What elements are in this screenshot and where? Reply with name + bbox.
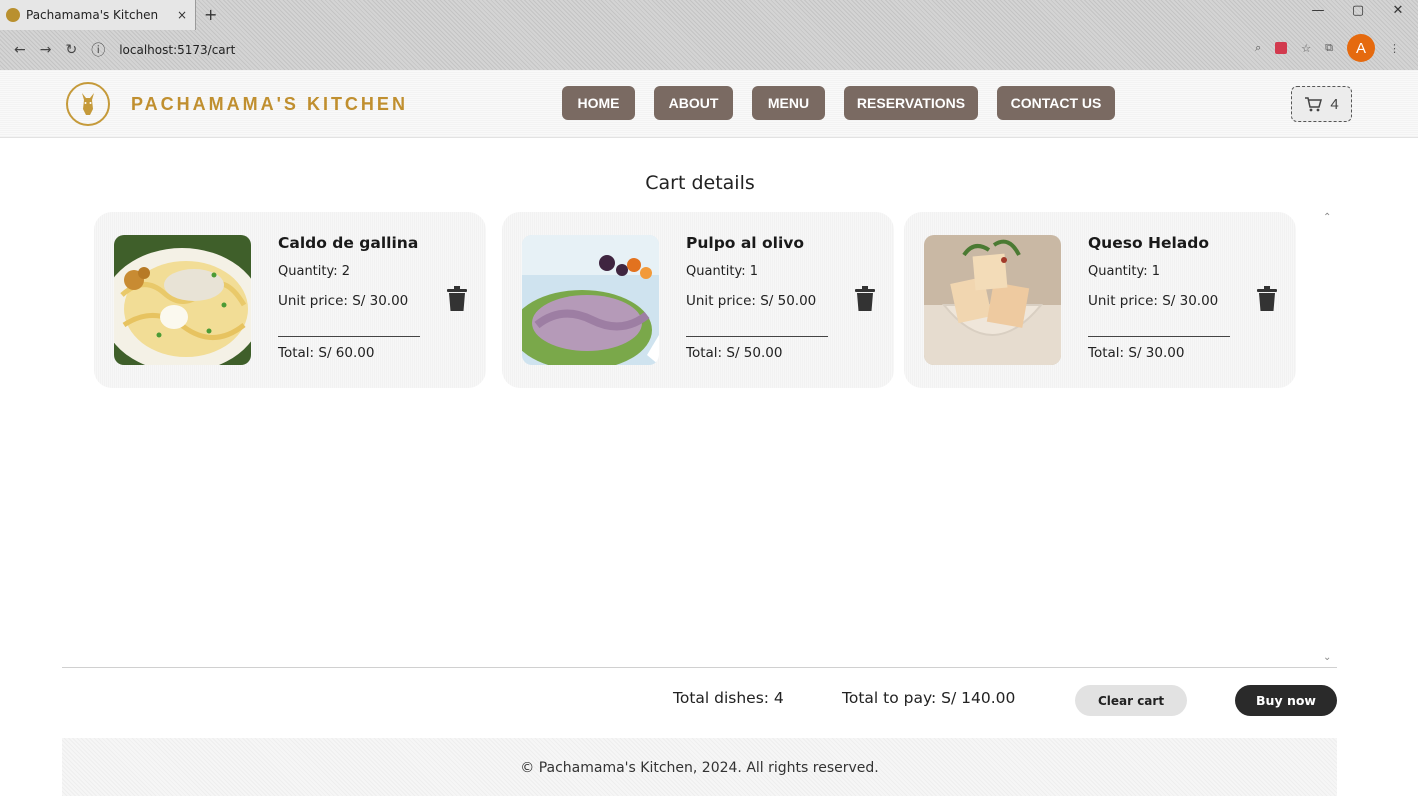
cart-icon: [1305, 97, 1323, 112]
window-controls: — ▢ ✕: [1298, 0, 1418, 26]
address-bar: ← → ↻ ⓘ localhost:5173/cart: [0, 32, 1418, 68]
site-info-icon[interactable]: ⓘ: [91, 40, 105, 60]
cart-item-card: Caldo de gallina Quantity: 2 Unit price:…: [94, 212, 486, 388]
browser-tab[interactable]: Pachamama's Kitchen ×: [0, 0, 196, 30]
dish-quantity: Quantity: 2: [278, 264, 351, 279]
scroll-up-icon[interactable]: ⌃: [1323, 212, 1331, 223]
dish-image: [924, 235, 1061, 365]
page-title: Cart details: [645, 172, 755, 194]
dish-image: [522, 235, 659, 365]
dish-image: [114, 235, 251, 365]
cart-button[interactable]: 4: [1291, 86, 1352, 122]
divider: [1088, 336, 1230, 337]
nav-menu-button[interactable]: MENU: [752, 86, 825, 120]
favicon-icon: [6, 8, 20, 22]
extensions-puzzle-icon[interactable]: ⧉: [1325, 41, 1333, 55]
total-to-pay: Total to pay: S/ 140.00: [842, 689, 1016, 707]
dish-unit-price: Unit price: S/ 30.00: [1088, 293, 1219, 309]
cart-item-card: Queso Helado Quantity: 1 Unit price: S/ …: [904, 212, 1296, 388]
dish-unit-price: Unit price: S/ 50.00: [686, 293, 817, 309]
brand-name[interactable]: PACHAMAMA'S KITCHEN: [131, 94, 408, 115]
total-dishes: Total dishes: 4: [673, 689, 784, 707]
zoom-icon[interactable]: ⌕: [1255, 41, 1261, 55]
nav-about-button[interactable]: ABOUT: [654, 86, 733, 120]
new-tab-button[interactable]: +: [204, 5, 217, 24]
tab-title: Pachamama's Kitchen: [26, 8, 159, 22]
buy-now-button[interactable]: Buy now: [1235, 685, 1337, 716]
cart-count: 4: [1330, 95, 1339, 113]
nav-home-button[interactable]: HOME: [562, 86, 635, 120]
dish-name: Queso Helado: [1088, 234, 1209, 252]
trash-icon[interactable]: [446, 286, 468, 312]
minimize-button[interactable]: —: [1298, 0, 1338, 26]
url-field[interactable]: localhost:5173/cart: [119, 43, 235, 57]
divider: [278, 336, 420, 337]
close-window-button[interactable]: ✕: [1378, 0, 1418, 26]
llama-logo-icon[interactable]: [66, 82, 110, 126]
nav-contact-button[interactable]: CONTACT US: [997, 86, 1115, 120]
tab-close-icon[interactable]: ×: [177, 8, 187, 22]
maximize-button[interactable]: ▢: [1338, 0, 1378, 26]
nav-reservations-button[interactable]: RESERVATIONS: [844, 86, 978, 120]
footer-copyright: © Pachamama's Kitchen, 2024. All rights …: [520, 760, 879, 776]
site-header: PACHAMAMA'S KITCHEN HOME ABOUT MENU RESE…: [0, 70, 1418, 138]
arrow-right-icon[interactable]: →: [40, 42, 52, 58]
footer: © Pachamama's Kitchen, 2024. All rights …: [62, 738, 1337, 796]
trash-icon[interactable]: [854, 286, 876, 312]
dish-total: Total: S/ 30.00: [1088, 345, 1185, 361]
dish-total: Total: S/ 50.00: [686, 345, 783, 361]
dish-quantity: Quantity: 1: [686, 264, 759, 279]
arrow-left-icon[interactable]: ←: [14, 42, 26, 58]
trash-icon[interactable]: [1256, 286, 1278, 312]
dish-name: Pulpo al olivo: [686, 234, 805, 252]
scroll-down-icon[interactable]: ⌄: [1323, 652, 1331, 663]
dish-total: Total: S/ 60.00: [278, 345, 375, 361]
clear-cart-button[interactable]: Clear cart: [1075, 685, 1187, 716]
divider: [686, 336, 828, 337]
dish-quantity: Quantity: 1: [1088, 264, 1161, 279]
star-icon[interactable]: ☆: [1301, 42, 1311, 55]
cart-item-card: Pulpo al olivo Quantity: 1 Unit price: S…: [502, 212, 894, 388]
browser-chrome: Pachamama's Kitchen × + — ▢ ✕ ← → ↻ ⓘ lo…: [0, 0, 1418, 70]
browser-menu-icon[interactable]: ⋮: [1389, 42, 1400, 55]
extension-icon[interactable]: [1275, 42, 1288, 54]
reload-icon[interactable]: ↻: [65, 42, 77, 58]
profile-avatar[interactable]: A: [1347, 34, 1375, 62]
dish-unit-price: Unit price: S/ 30.00: [278, 293, 409, 309]
browser-toolbar-right: ⌕ ☆ ⧉ A ⋮: [1255, 34, 1400, 62]
summary-divider: [62, 667, 1337, 668]
dish-name: Caldo de gallina: [278, 234, 419, 252]
tab-bar: Pachamama's Kitchen × + — ▢ ✕: [0, 0, 1418, 30]
